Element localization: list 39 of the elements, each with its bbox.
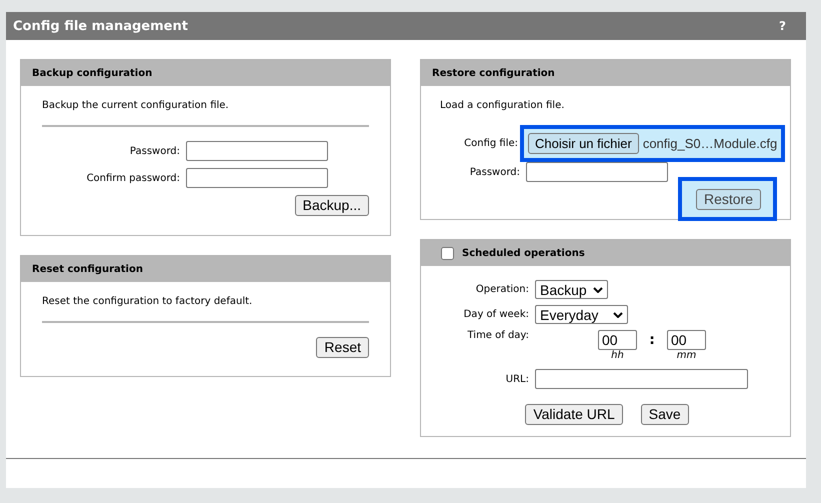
field-label: URL: [504,374,529,384]
page-title: Config file management [13,18,188,34]
description: Load a configuration file. [439,100,566,111]
hours-hint: hh [611,350,624,361]
file-picker[interactable]: Choisir un fichier config_S0…Module.cfg [520,125,786,162]
password-field[interactable] [186,141,328,161]
enable-checkbox[interactable] [441,246,454,260]
hours-field[interactable]: 00 [598,330,637,350]
field-label: Operation: [474,284,529,295]
panel-title: Scheduled operations [462,248,585,258]
help-link[interactable]: ? [779,19,786,33]
field-label: Password: [468,166,520,178]
field-label: Config file: [463,138,518,149]
reset-button[interactable]: Reset [316,337,369,358]
restore-button[interactable]: Restore [696,189,761,210]
panel-title: Restore configuration [432,68,555,78]
panel-title: Backup configuration [32,68,152,78]
description: Reset the configuration to factory default. [42,296,254,307]
action-button[interactable]: Save [640,404,689,425]
minutes-hint: mm [676,350,696,361]
choose-file-button[interactable]: Choisir un fichier [528,133,639,154]
file-name: config_S0…Module.cfg [642,136,778,151]
password-field[interactable] [526,162,668,182]
description: Backup the current configuration file. [42,100,230,111]
minutes-field[interactable]: 00 [667,330,706,350]
chevron-icon [613,312,623,318]
time-separator: : [648,332,656,348]
password-field[interactable] [186,168,328,188]
backup-button[interactable]: Backup... [294,195,369,216]
operation-dropdown[interactable]: Backup [535,280,608,299]
panel-title: Reset configuration [32,264,143,274]
field-label: Time of day: [466,330,529,341]
field-label: Confirm password: [86,172,180,184]
chevron-icon [592,286,603,292]
field-label: Day of week: [462,309,529,320]
day-dropdown[interactable]: Everyday [535,305,628,324]
action-button[interactable]: Validate URL [525,404,623,425]
field-label: Password: [128,146,180,156]
url-field[interactable] [535,369,748,389]
